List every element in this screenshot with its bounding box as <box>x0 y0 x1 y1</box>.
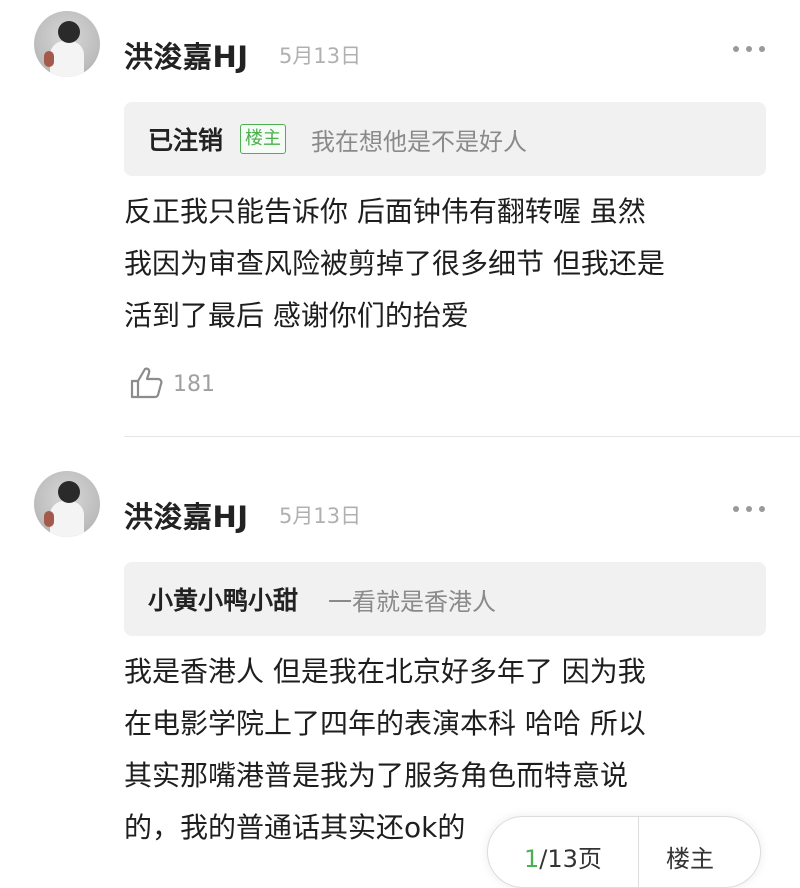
username[interactable]: 洪浚嘉HJ <box>124 34 249 76</box>
more-icon[interactable] <box>733 504 767 514</box>
avatar[interactable] <box>34 11 100 77</box>
thumb-up-icon[interactable] <box>128 365 164 401</box>
quoted-reply[interactable]: 已注销 楼主 我在想他是不是好人 <box>124 102 766 176</box>
total-pages: /13页 <box>539 845 602 873</box>
username[interactable]: 洪浚嘉HJ <box>124 494 249 536</box>
divider <box>124 436 800 437</box>
quoted-author: 已注销 <box>148 126 224 155</box>
comment-date: 5月13日 <box>279 44 362 68</box>
quoted-author: 小黄小鸭小甜 <box>148 586 299 615</box>
page-navigator[interactable]: 1/13页 楼主 <box>487 816 761 888</box>
current-page: 1 <box>524 845 540 873</box>
avatar[interactable] <box>34 471 100 537</box>
pager-divider <box>638 817 639 887</box>
like-count: 181 <box>173 372 215 397</box>
comment-body: 反正我只能告诉你 后面钟伟有翻转喔 虽然 我因为审查风险被剪掉了很多细节 但我还… <box>124 195 665 332</box>
op-badge: 楼主 <box>240 124 286 154</box>
quoted-text: 一看就是香港人 <box>328 588 496 616</box>
op-only-button[interactable]: 楼主 <box>666 839 714 874</box>
page-indicator[interactable]: 1/13页 <box>524 839 602 874</box>
more-icon[interactable] <box>733 44 767 54</box>
quoted-reply[interactable]: 小黄小鸭小甜 一看就是香港人 <box>124 562 766 636</box>
quoted-text: 我在想他是不是好人 <box>311 128 527 156</box>
comment-date: 5月13日 <box>279 504 362 528</box>
